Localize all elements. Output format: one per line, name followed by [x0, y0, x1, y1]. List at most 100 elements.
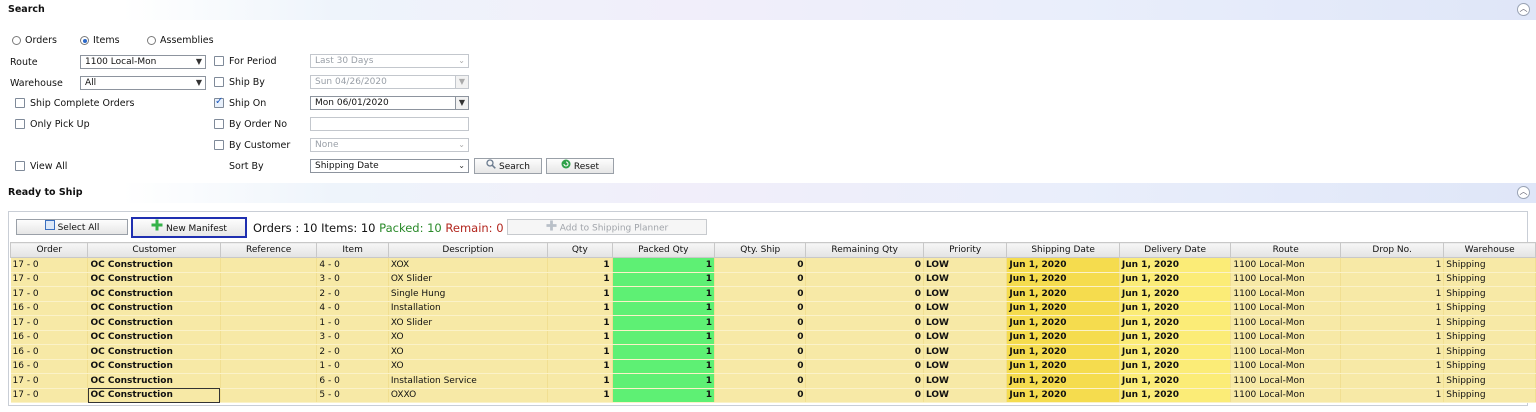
cell-warehouse[interactable]: Shipping	[1443, 257, 1536, 273]
cell-shipping-date[interactable]: Jun 1, 2020	[1006, 344, 1120, 360]
cell-qty-ship[interactable]: 0	[714, 373, 807, 389]
cell-description[interactable]: OXXO	[388, 388, 549, 403]
warehouse-select[interactable]: All ▼	[80, 76, 206, 90]
col-packed-qty[interactable]: Packed Qty	[611, 242, 716, 258]
cell-order[interactable]: 17 - 0	[10, 388, 89, 403]
table-row[interactable]: 16 - 0 OC Construction 3 - 0 XO 1 1 0 0 LOW Jun 1…	[10, 330, 1536, 345]
cell-description[interactable]: XO	[388, 330, 549, 345]
cell-warehouse[interactable]: Shipping	[1443, 315, 1536, 331]
cell-reference[interactable]	[220, 330, 318, 345]
cell-qty[interactable]: 1	[547, 286, 613, 302]
cell-reference[interactable]	[220, 286, 318, 302]
cell-customer[interactable]: OC Construction	[87, 330, 221, 345]
cell-drop-no[interactable]: 1	[1340, 344, 1445, 360]
reset-button[interactable]: Reset	[546, 158, 614, 174]
cell-order[interactable]: 17 - 0	[10, 373, 89, 389]
cell-warehouse[interactable]: Shipping	[1443, 272, 1536, 287]
cell-customer[interactable]: OC Construction	[87, 301, 221, 316]
cell-delivery-date[interactable]: Jun 1, 2020	[1119, 286, 1232, 302]
cell-customer[interactable]: OC Construction	[87, 257, 221, 273]
cell-delivery-date[interactable]: Jun 1, 2020	[1119, 272, 1232, 287]
cell-remaining-qty[interactable]: 0	[805, 315, 924, 331]
cell-qty-ship[interactable]: 0	[714, 344, 807, 360]
cell-route[interactable]: 1100 Local-Mon	[1230, 388, 1341, 403]
cell-description[interactable]: Single Hung	[388, 286, 549, 302]
cell-priority[interactable]: LOW	[923, 301, 1008, 316]
cell-warehouse[interactable]: Shipping	[1443, 373, 1536, 389]
cell-customer[interactable]: OC Construction	[87, 373, 221, 389]
cell-remaining-qty[interactable]: 0	[805, 388, 924, 403]
cell-warehouse[interactable]: Shipping	[1443, 344, 1536, 360]
cell-reference[interactable]	[220, 257, 318, 273]
cell-item[interactable]: 4 - 0	[316, 257, 389, 273]
cell-remaining-qty[interactable]: 0	[805, 344, 924, 360]
cell-delivery-date[interactable]: Jun 1, 2020	[1119, 330, 1232, 345]
chevron-up-icon[interactable]: ︿	[1517, 186, 1530, 199]
cell-packed-qty[interactable]: 1	[612, 344, 716, 360]
cell-drop-no[interactable]: 1	[1340, 272, 1445, 287]
cell-customer[interactable]: OC Construction	[87, 315, 221, 331]
cell-packed-qty[interactable]: 1	[612, 373, 716, 389]
cell-reference[interactable]	[220, 388, 318, 403]
table-row[interactable]: 17 - 0 OC Construction 2 - 0 Single Hung 1 1 0…	[10, 286, 1536, 302]
calendar-dropdown-icon[interactable]: ▼	[455, 76, 468, 88]
select-all-button[interactable]: Select All	[16, 219, 128, 235]
cell-route[interactable]: 1100 Local-Mon	[1230, 330, 1341, 345]
cell-item[interactable]: 2 - 0	[316, 344, 389, 360]
customer-select[interactable]: None ⌄	[310, 138, 469, 152]
cell-delivery-date[interactable]: Jun 1, 2020	[1119, 373, 1232, 389]
cell-drop-no[interactable]: 1	[1340, 286, 1445, 302]
cell-warehouse[interactable]: Shipping	[1443, 286, 1536, 302]
cell-description[interactable]: Installation	[388, 301, 549, 316]
cell-qty-ship[interactable]: 0	[714, 272, 807, 287]
cell-route[interactable]: 1100 Local-Mon	[1230, 301, 1341, 316]
cell-description[interactable]: XO	[388, 344, 549, 360]
cell-delivery-date[interactable]: Jun 1, 2020	[1119, 359, 1232, 374]
cell-qty[interactable]: 1	[547, 315, 613, 331]
view-all-checkbox[interactable]	[15, 161, 25, 171]
cell-remaining-qty[interactable]: 0	[805, 272, 924, 287]
cell-qty-ship[interactable]: 0	[714, 257, 807, 273]
cell-route[interactable]: 1100 Local-Mon	[1230, 272, 1341, 287]
cell-shipping-date[interactable]: Jun 1, 2020	[1006, 286, 1120, 302]
table-row[interactable]: 17 - 0 OC Construction 3 - 0 OX Slider 1 1 0 0 L…	[10, 272, 1536, 287]
cell-reference[interactable]	[220, 272, 318, 287]
col-delivery-date[interactable]: Delivery Date	[1118, 242, 1232, 258]
cell-delivery-date[interactable]: Jun 1, 2020	[1119, 301, 1232, 316]
cell-route[interactable]: 1100 Local-Mon	[1230, 359, 1341, 374]
cell-drop-no[interactable]: 1	[1340, 315, 1445, 331]
cell-drop-no[interactable]: 1	[1340, 301, 1445, 316]
route-select[interactable]: 1100 Local-Mon ▼	[80, 55, 206, 69]
cell-qty-ship[interactable]: 0	[714, 286, 807, 302]
cell-route[interactable]: 1100 Local-Mon	[1230, 286, 1341, 302]
for-period-checkbox[interactable]	[214, 56, 224, 66]
cell-priority[interactable]: LOW	[923, 272, 1008, 287]
by-customer-checkbox[interactable]	[214, 140, 224, 150]
cell-order[interactable]: 16 - 0	[10, 301, 89, 316]
cell-packed-qty[interactable]: 1	[612, 315, 716, 331]
by-order-checkbox[interactable]	[214, 119, 224, 129]
cell-description[interactable]: OX Slider	[388, 272, 549, 287]
cell-shipping-date[interactable]: Jun 1, 2020	[1006, 373, 1120, 389]
radio-orders[interactable]	[12, 36, 21, 45]
cell-shipping-date[interactable]: Jun 1, 2020	[1006, 359, 1120, 374]
cell-qty[interactable]: 1	[547, 344, 613, 360]
cell-qty[interactable]: 1	[547, 330, 613, 345]
col-remaining-qty[interactable]: Remaining Qty	[805, 242, 924, 258]
cell-customer[interactable]: OC Construction	[87, 286, 221, 302]
cell-order[interactable]: 16 - 0	[10, 344, 89, 360]
cell-priority[interactable]: LOW	[923, 388, 1008, 403]
cell-delivery-date[interactable]: Jun 1, 2020	[1119, 344, 1232, 360]
cell-description[interactable]: Installation Service	[388, 373, 549, 389]
cell-item[interactable]: 1 - 0	[316, 315, 389, 331]
cell-route[interactable]: 1100 Local-Mon	[1230, 373, 1341, 389]
col-warehouse[interactable]: Warehouse	[1443, 242, 1536, 258]
cell-reference[interactable]	[220, 344, 318, 360]
calendar-dropdown-icon[interactable]: ▼	[455, 97, 468, 109]
cell-priority[interactable]: LOW	[923, 330, 1008, 345]
cell-delivery-date[interactable]: Jun 1, 2020	[1119, 315, 1232, 331]
cell-route[interactable]: 1100 Local-Mon	[1230, 344, 1341, 360]
cell-item[interactable]: 2 - 0	[316, 286, 389, 302]
cell-remaining-qty[interactable]: 0	[805, 301, 924, 316]
cell-priority[interactable]: LOW	[923, 286, 1008, 302]
